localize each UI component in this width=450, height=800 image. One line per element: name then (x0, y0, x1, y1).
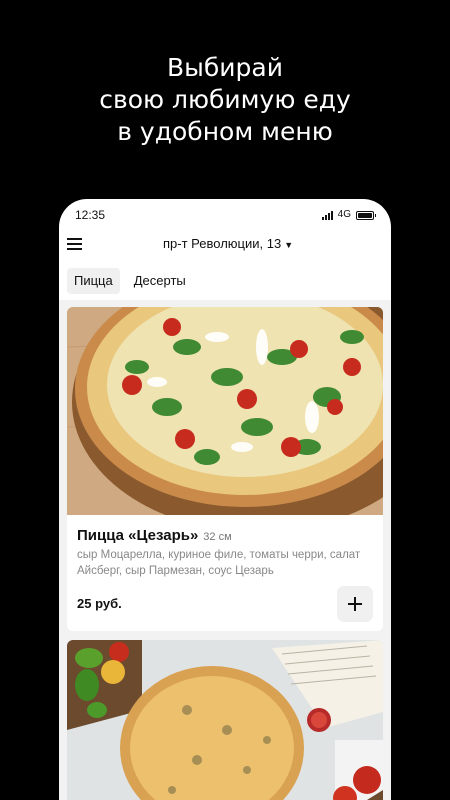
signal-icon (321, 210, 333, 220)
phone-screen: 12:35 4G пр-т Революции, 13 ▼ Пицца Десер… (59, 199, 391, 800)
product-price: 25 руб. (77, 596, 122, 611)
network-type: 4G (337, 209, 351, 220)
status-icons: 4G (321, 209, 376, 220)
promo-line-2: свою любимую еду (99, 85, 351, 114)
product-card[interactable]: Пицца «Цезарь» 32 см сыр Моцарелла, курин… (67, 307, 383, 631)
category-tabs: Пицца Десерты (67, 268, 193, 294)
product-description: сыр Моцарелла, куриное филе, томаты черр… (77, 549, 361, 577)
product-card[interactable] (67, 640, 383, 800)
app-header: пр-т Революции, 13 ▼ (59, 231, 391, 259)
promo-headline: Выбирай свою любимую еду в удобном меню (0, 52, 450, 148)
hamburger-menu-icon[interactable] (67, 238, 82, 250)
battery-icon (356, 210, 376, 220)
product-title-row: Пицца «Цезарь» 32 см (77, 527, 232, 545)
address-selector[interactable]: пр-т Революции, 13 ▼ (163, 236, 293, 251)
promo-line-1: Выбирай (167, 53, 283, 82)
product-size: 32 см (203, 531, 232, 543)
pizza-image (67, 640, 383, 800)
pizza-caesar-image (67, 307, 383, 515)
promo-line-3: в удобном меню (117, 117, 333, 146)
tab-pizza[interactable]: Пицца (67, 268, 120, 294)
product-feed: Пицца «Цезарь» 32 см сыр Моцарелла, курин… (59, 300, 391, 800)
product-title: Пицца «Цезарь» (77, 527, 199, 544)
chevron-down-icon: ▼ (284, 240, 294, 250)
address-label: пр-т Революции, 13 (163, 236, 282, 251)
status-bar: 12:35 4G (59, 199, 391, 231)
add-to-cart-button[interactable] (337, 586, 373, 622)
tab-desserts[interactable]: Десерты (127, 268, 193, 294)
status-time: 12:35 (75, 208, 106, 222)
